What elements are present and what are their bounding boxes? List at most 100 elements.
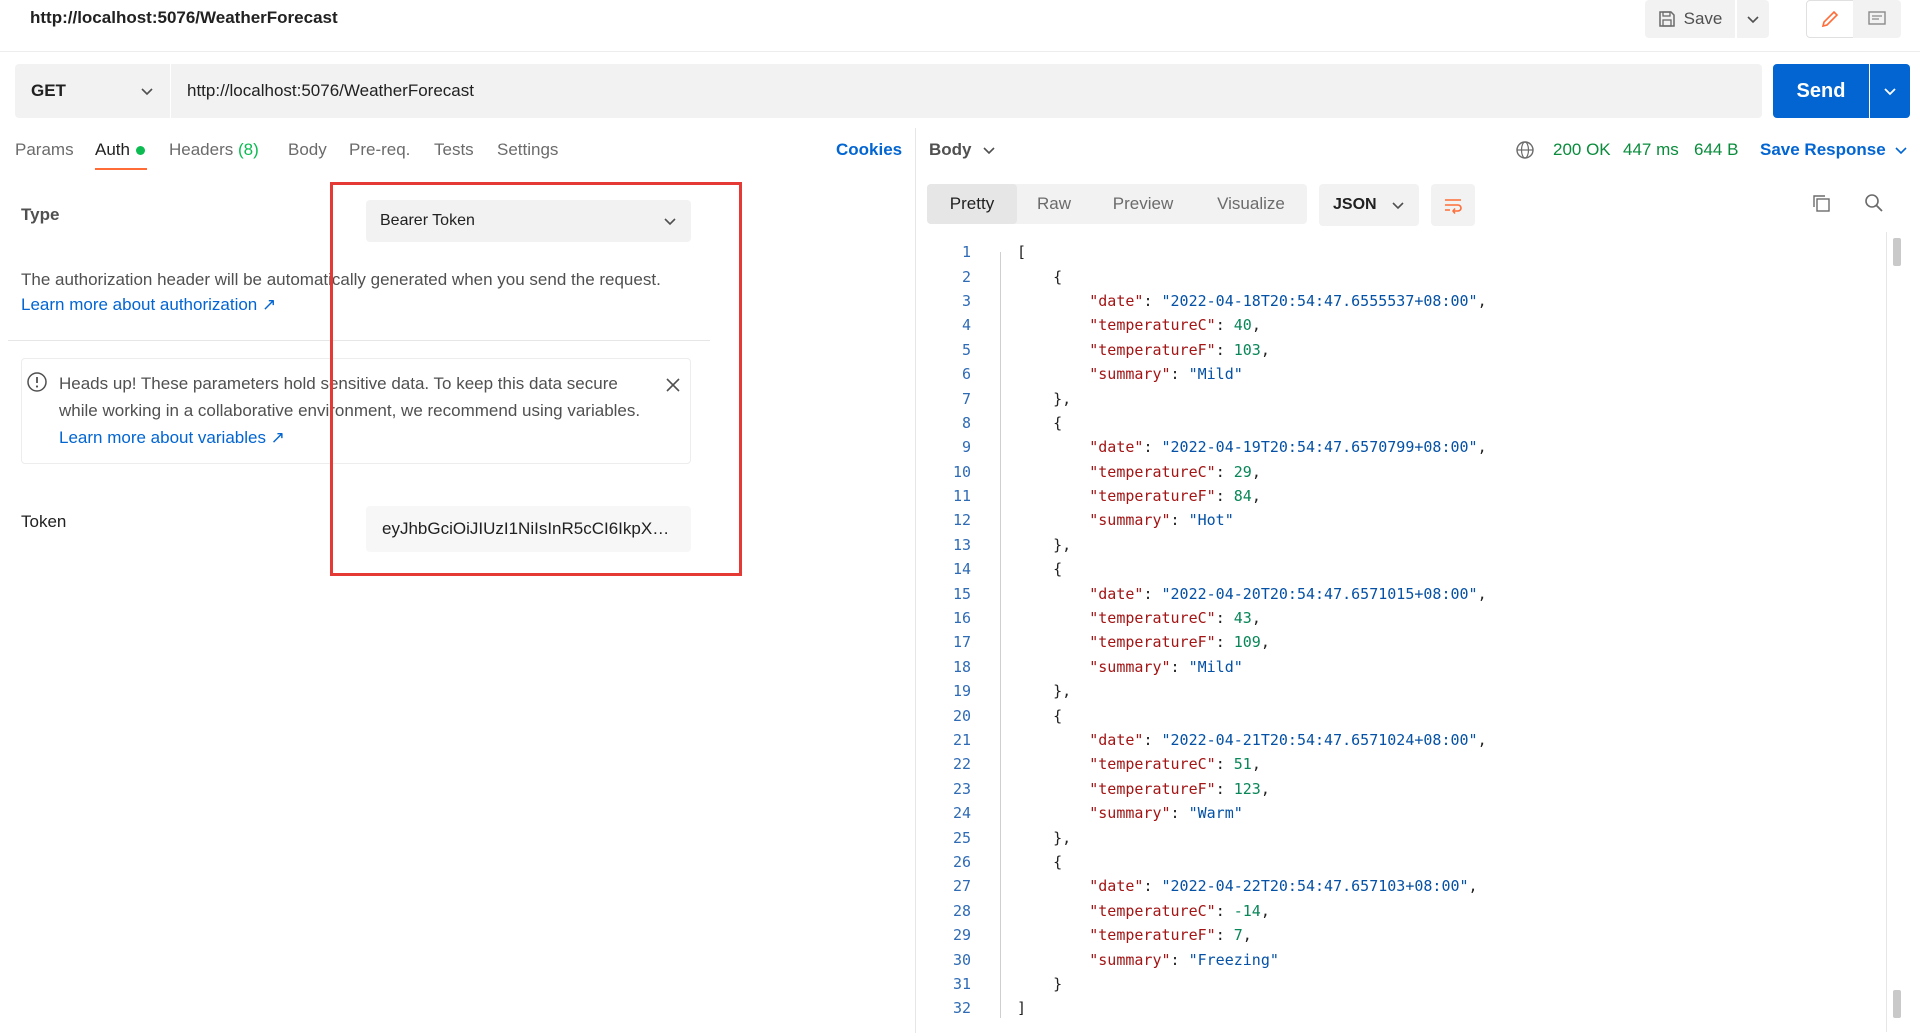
code-line: 17 "temperatureF": 109, — [929, 630, 1889, 654]
code-token: "Warm" — [1188, 804, 1243, 823]
code-token: , — [1260, 779, 1270, 798]
code-token: 40 — [1233, 316, 1252, 335]
gutter — [971, 679, 1017, 703]
send-options-button[interactable] — [1870, 64, 1910, 118]
response-size[interactable]: 644 B — [1694, 140, 1738, 160]
line-number: 14 — [952, 560, 971, 579]
request-title[interactable]: http://localhost:5076/WeatherForecast — [30, 8, 338, 28]
code-token: , — [1251, 462, 1261, 481]
line-number: 27 — [952, 877, 971, 896]
code-token: "date" — [1089, 731, 1144, 749]
view-tab-preview[interactable]: Preview — [1091, 184, 1195, 224]
code-token: }, — [1017, 828, 1072, 847]
response-time[interactable]: 447 ms — [1623, 140, 1679, 160]
gutter — [971, 606, 1017, 630]
code-token: "temperatureC" — [1089, 609, 1216, 628]
code-token: -14 — [1233, 901, 1261, 920]
code-token: : — [1215, 779, 1234, 798]
code-token: : — [1170, 365, 1189, 384]
wrap-lines-button[interactable] — [1431, 184, 1475, 226]
gutter — [971, 313, 1017, 337]
line-number: 25 — [952, 828, 971, 847]
line-number: 28 — [952, 901, 971, 920]
code-token: : — [1143, 877, 1162, 896]
status-code[interactable]: 200 OK — [1553, 140, 1611, 160]
tab-params[interactable]: Params — [15, 140, 74, 160]
gutter — [971, 996, 1017, 1020]
view-tab-visualize[interactable]: Visualize — [1195, 184, 1307, 224]
learn-more-variables-link[interactable]: Learn more about variables ↗ — [59, 428, 285, 447]
code-token: , — [1251, 487, 1261, 506]
chevron-down-icon — [982, 147, 995, 155]
code-line: 18 "summary": "Mild" — [929, 655, 1889, 679]
code-token: "2022-04-21T20:54:47.6571024+08:00" — [1161, 731, 1478, 749]
code-line: 15 "date": "2022-04-20T20:54:47.6571015+… — [929, 581, 1889, 605]
tab-tests[interactable]: Tests — [434, 140, 474, 160]
line-number: 13 — [952, 535, 971, 554]
comments-button[interactable] — [1853, 0, 1901, 38]
auth-active-dot — [135, 146, 145, 156]
save-response-label: Save Response — [1760, 140, 1886, 159]
code-token: : — [1170, 511, 1189, 530]
gutter — [971, 752, 1017, 776]
chevron-down-icon — [1392, 202, 1404, 210]
code-line: 6 "summary": "Mild" — [929, 362, 1889, 386]
send-button[interactable]: Send — [1773, 64, 1869, 118]
search-icon[interactable] — [1863, 192, 1885, 219]
method-select[interactable]: GET — [15, 64, 170, 118]
line-number: 3 — [961, 291, 971, 310]
tab-settings[interactable]: Settings — [497, 140, 558, 160]
code-token: { — [1017, 267, 1063, 286]
view-tab-pretty[interactable]: Pretty — [927, 184, 1017, 224]
url-input[interactable] — [171, 64, 1762, 118]
method-value: GET — [31, 81, 66, 100]
view-tab-raw[interactable]: Raw — [1017, 184, 1091, 224]
learn-more-auth-link[interactable]: Learn more about authorization ↗ — [21, 295, 276, 314]
code-token: : — [1215, 755, 1234, 774]
code-token: "2022-04-22T20:54:47.657103+08:00" — [1161, 877, 1469, 896]
scrollbar-top[interactable] — [1893, 238, 1901, 266]
gutter — [971, 460, 1017, 484]
gutter — [971, 874, 1017, 898]
tab-auth[interactable]: Auth — [95, 140, 145, 160]
response-body-select[interactable]: Body — [929, 140, 996, 160]
json-response-viewer[interactable]: 1[2 {3 "date": "2022-04-18T20:54:47.6555… — [929, 240, 1889, 1021]
code-token: "temperatureF" — [1089, 487, 1216, 506]
code-token: "summary" — [1089, 657, 1171, 676]
edit-button[interactable] — [1806, 0, 1854, 38]
cookies-link[interactable]: Cookies — [836, 140, 902, 160]
line-number: 8 — [961, 413, 971, 432]
copy-icon[interactable] — [1810, 192, 1832, 219]
gutter — [971, 264, 1017, 288]
save-options-button[interactable] — [1737, 0, 1769, 38]
code-line: 10 "temperatureC": 29, — [929, 460, 1889, 484]
code-token: , — [1260, 901, 1270, 920]
code-line: 27 "date": "2022-04-22T20:54:47.657103+0… — [929, 874, 1889, 898]
globe-icon[interactable] — [1515, 140, 1535, 165]
code-token: "temperatureC" — [1089, 901, 1216, 920]
pane-divider[interactable] — [915, 128, 916, 1033]
code-line: 24 "summary": "Warm" — [929, 801, 1889, 825]
code-token: "Mild" — [1188, 365, 1243, 384]
format-select[interactable]: JSON — [1319, 184, 1419, 226]
code-line: 12 "summary": "Hot" — [929, 508, 1889, 532]
line-number: 26 — [952, 852, 971, 871]
code-line: 32] — [929, 996, 1889, 1020]
code-token: }, — [1017, 535, 1072, 554]
tab-headers-label: Headers — [169, 140, 234, 159]
tab-headers[interactable]: Headers (8) — [169, 140, 259, 160]
save-button[interactable]: Save — [1645, 0, 1735, 38]
gutter — [971, 899, 1017, 923]
line-number: 22 — [952, 755, 971, 774]
scrollbar-bottom[interactable] — [1893, 990, 1901, 1018]
line-number: 19 — [952, 682, 971, 701]
code-token: [ — [1017, 243, 1027, 262]
line-number: 16 — [952, 609, 971, 628]
code-line: 20 { — [929, 703, 1889, 727]
code-token: "temperatureC" — [1089, 755, 1216, 774]
tab-body[interactable]: Body — [288, 140, 327, 160]
save-response-button[interactable]: Save Response — [1760, 140, 1908, 160]
tab-prereq[interactable]: Pre-req. — [349, 140, 410, 160]
